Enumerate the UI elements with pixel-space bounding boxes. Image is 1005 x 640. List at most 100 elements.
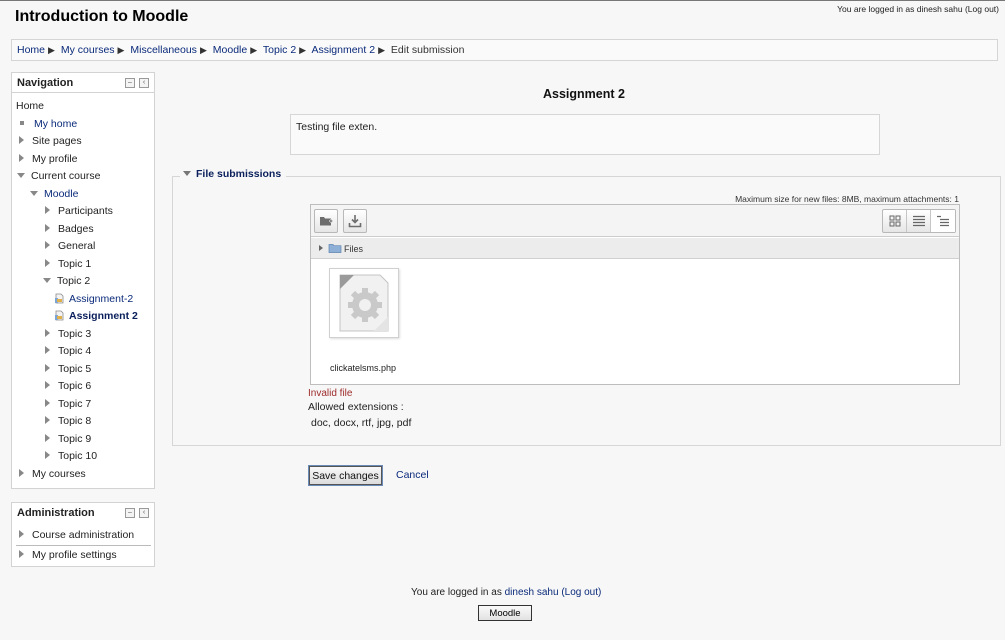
collapse-icon[interactable]: ‹ xyxy=(139,78,149,88)
nav-my-courses[interactable]: My courses xyxy=(19,468,86,480)
nav-topic-9[interactable]: Topic 9 xyxy=(45,433,91,445)
nav-assignment-2[interactable]: Assignment 2 xyxy=(54,310,138,322)
assignment-icon xyxy=(55,310,64,321)
expand-arrow-icon xyxy=(45,381,50,389)
file-picker: Files clickatelsms.php xyxy=(310,204,960,385)
error-message: Invalid file xyxy=(308,388,353,399)
nav-topic-10[interactable]: Topic 10 xyxy=(45,450,97,462)
logout-link[interactable]: (Log out) xyxy=(965,4,999,14)
file-picker-toolbar xyxy=(311,205,959,237)
nav-topic-8-label: Topic 8 xyxy=(58,415,92,427)
nav-badges[interactable]: Badges xyxy=(45,223,94,235)
login-prefix: You are logged in as xyxy=(837,4,915,14)
expand-arrow-icon xyxy=(19,469,24,477)
nav-topic-6[interactable]: Topic 6 xyxy=(45,380,91,392)
dock-icon[interactable]: – xyxy=(125,508,135,518)
nav-topic-1[interactable]: Topic 1 xyxy=(45,258,91,270)
breadcrumb-my-courses[interactable]: My courses xyxy=(61,44,115,56)
expand-arrow-icon xyxy=(45,241,50,249)
nav-topic-3[interactable]: Topic 3 xyxy=(45,328,91,340)
cancel-button[interactable]: Cancel xyxy=(396,469,429,481)
administration-block-header: Administration – ‹ xyxy=(12,503,154,523)
nav-topic-2[interactable]: Topic 2 xyxy=(43,275,90,287)
footer-logout-link[interactable]: (Log out) xyxy=(561,587,601,598)
file-thumbnail[interactable] xyxy=(329,268,399,338)
nav-course-moodle[interactable]: Moodle xyxy=(30,188,78,200)
expand-arrow-icon xyxy=(319,245,323,251)
nav-assignment-2-label: Assignment 2 xyxy=(69,310,138,322)
nav-home[interactable]: Home xyxy=(16,100,44,112)
download-icon xyxy=(348,215,362,228)
nav-participants-label: Participants xyxy=(58,205,113,217)
nav-topic-7[interactable]: Topic 7 xyxy=(45,398,91,410)
collapse-icon[interactable]: ‹ xyxy=(139,508,149,518)
assignment-intro: Testing file exten. xyxy=(290,114,880,155)
grid-view-icon xyxy=(889,215,901,227)
user-link[interactable]: dinesh sahu xyxy=(917,4,963,14)
breadcrumb-home[interactable]: Home xyxy=(17,44,45,56)
expand-arrow-icon xyxy=(45,399,50,407)
nav-topic-5[interactable]: Topic 5 xyxy=(45,363,91,375)
breadcrumb-moodle[interactable]: Moodle xyxy=(213,44,247,56)
nav-participants[interactable]: Participants xyxy=(45,205,113,217)
footer-login-prefix: You are logged in as xyxy=(411,587,502,598)
breadcrumb-assignment-2[interactable]: Assignment 2 xyxy=(311,44,375,56)
file-submissions-legend[interactable]: File submissions xyxy=(183,168,281,180)
navigation-block-title: Navigation xyxy=(17,77,74,89)
expand-arrow-icon xyxy=(19,530,24,538)
expand-arrow-icon xyxy=(45,434,50,442)
allowed-extensions-list: doc, docx, rtf, jpg, pdf xyxy=(311,417,412,429)
file-submissions-legend-label: File submissions xyxy=(196,168,282,180)
save-changes-button[interactable]: Save changes xyxy=(308,465,383,486)
nav-topic-4[interactable]: Topic 4 xyxy=(45,345,91,357)
expand-arrow-icon xyxy=(45,224,50,232)
nav-topic-4-label: Topic 4 xyxy=(58,345,92,357)
nav-topic-10-label: Topic 10 xyxy=(58,450,98,462)
admin-profile-settings[interactable]: My profile settings xyxy=(19,549,117,561)
create-folder-button[interactable] xyxy=(314,209,338,233)
nav-topic-8[interactable]: Topic 8 xyxy=(45,415,91,427)
view-switcher xyxy=(882,209,956,233)
nav-site-pages[interactable]: Site pages xyxy=(19,135,82,147)
nav-assignment-dash-2[interactable]: Assignment-2 xyxy=(54,293,133,305)
file-name[interactable]: clickatelsms.php xyxy=(330,363,396,373)
home-button[interactable]: Moodle xyxy=(478,605,532,621)
icons-view-button[interactable] xyxy=(883,210,907,232)
footer-user-link[interactable]: dinesh sahu xyxy=(505,587,559,598)
nav-topic-1-label: Topic 1 xyxy=(58,258,92,270)
expand-arrow-icon xyxy=(19,550,24,558)
nav-current-course-label: Current course xyxy=(31,170,101,182)
admin-course-administration[interactable]: Course administration xyxy=(19,529,134,541)
download-all-button[interactable] xyxy=(343,209,367,233)
nav-current-course[interactable]: Current course xyxy=(17,170,100,182)
path-folder-label[interactable]: Files xyxy=(344,244,363,254)
nav-topic-9-label: Topic 9 xyxy=(58,433,92,445)
breadcrumb-miscellaneous[interactable]: Miscellaneous xyxy=(130,44,197,56)
nav-my-profile[interactable]: My profile xyxy=(19,153,78,165)
details-view-button[interactable] xyxy=(907,210,931,232)
list-view-icon xyxy=(913,215,925,227)
folder-add-icon xyxy=(320,217,333,226)
nav-my-courses-label: My courses xyxy=(32,468,86,480)
breadcrumb-separator-icon: ▶ xyxy=(48,45,55,55)
allowed-extensions-label: Allowed extensions : xyxy=(308,401,404,413)
expand-arrow-icon xyxy=(45,346,50,354)
nav-my-home[interactable]: My home xyxy=(18,118,77,130)
nav-assignment-dash-2-label[interactable]: Assignment-2 xyxy=(69,293,133,305)
dock-icon[interactable]: – xyxy=(125,78,135,88)
nav-topic-6-label: Topic 6 xyxy=(58,380,92,392)
breadcrumb-separator-icon: ▶ xyxy=(117,45,125,55)
admin-profile-settings-label: My profile settings xyxy=(32,549,117,561)
nav-general[interactable]: General xyxy=(45,240,95,252)
file-picker-path: Files xyxy=(311,238,959,259)
tree-view-button[interactable] xyxy=(931,210,955,232)
breadcrumb-topic-2[interactable]: Topic 2 xyxy=(263,44,296,56)
admin-course-administration-label: Course administration xyxy=(32,529,135,541)
nav-topic-5-label: Topic 5 xyxy=(58,363,92,375)
fieldset-border xyxy=(286,176,1001,177)
nav-badges-label: Badges xyxy=(58,223,94,235)
nav-course-moodle-label[interactable]: Moodle xyxy=(44,188,78,200)
assignment-icon xyxy=(55,293,64,304)
nav-my-home-label[interactable]: My home xyxy=(34,118,77,130)
max-size-info: Maximum size for new files: 8MB, maximum… xyxy=(735,194,959,204)
